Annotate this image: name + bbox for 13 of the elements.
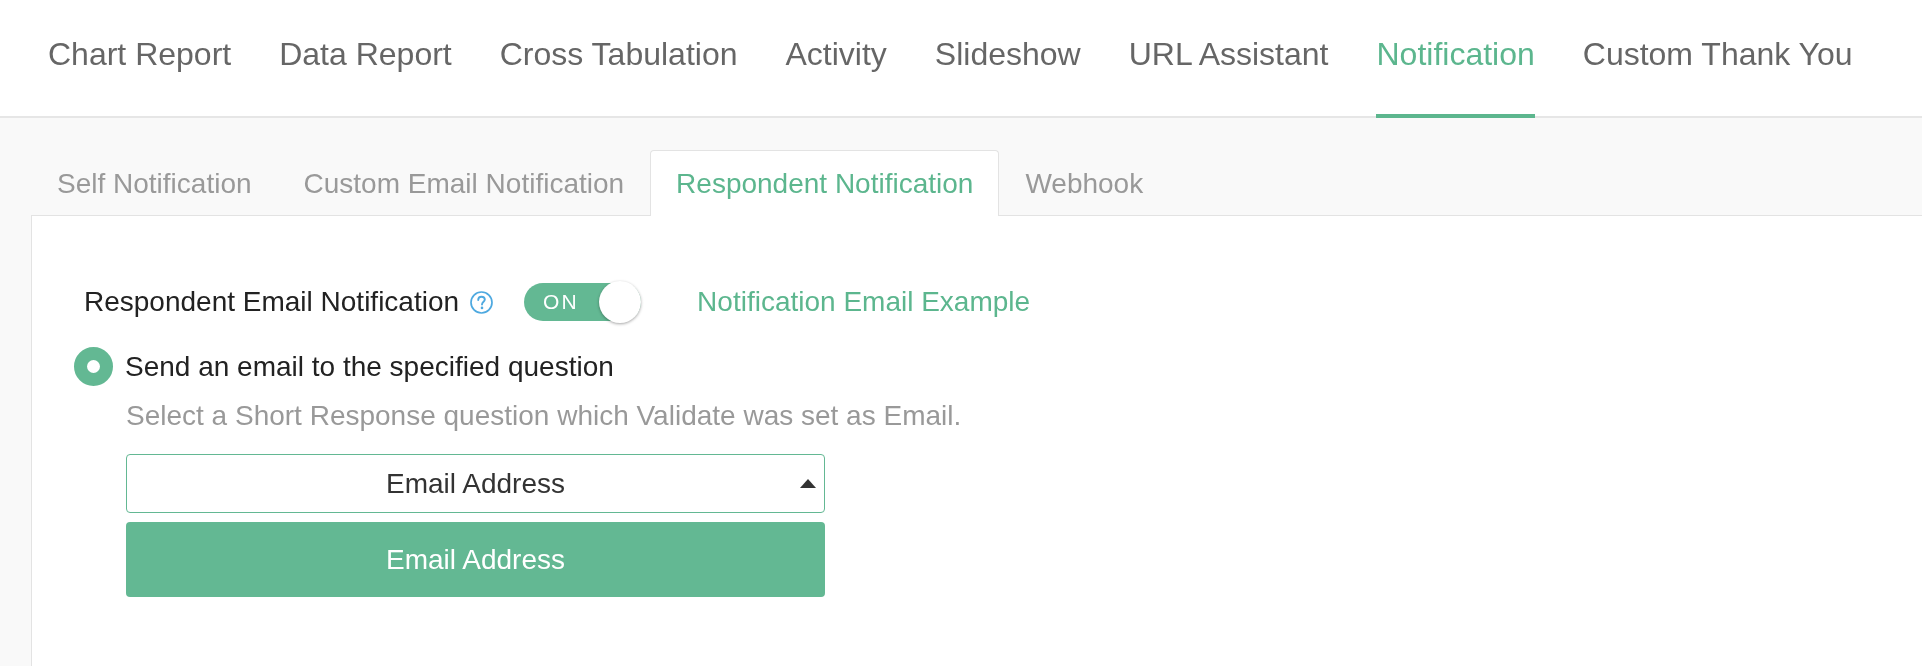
nav-tab[interactable]: URL Assistant [1128, 0, 1329, 118]
hint-text: Select a Short Response question which Validate was set as Email. [126, 400, 962, 432]
nav-tab[interactable]: Custom Thank You [1582, 0, 1853, 118]
radio-button[interactable] [74, 347, 113, 386]
setting-label: Respondent Email Notification [84, 286, 460, 318]
dropdown-field[interactable]: Email Address [126, 454, 825, 513]
option-label: Send an email to the specified question [125, 350, 614, 383]
nav-tab[interactable]: Data Report [279, 0, 452, 118]
nav-tab[interactable]: Activity [785, 0, 887, 118]
nav-tab[interactable]: Chart Report [48, 0, 232, 118]
nav-tab[interactable]: Slideshow [934, 0, 1081, 118]
nav-tab[interactable]: Cross Tabulation [499, 0, 738, 118]
help-icon[interactable] [470, 290, 494, 314]
